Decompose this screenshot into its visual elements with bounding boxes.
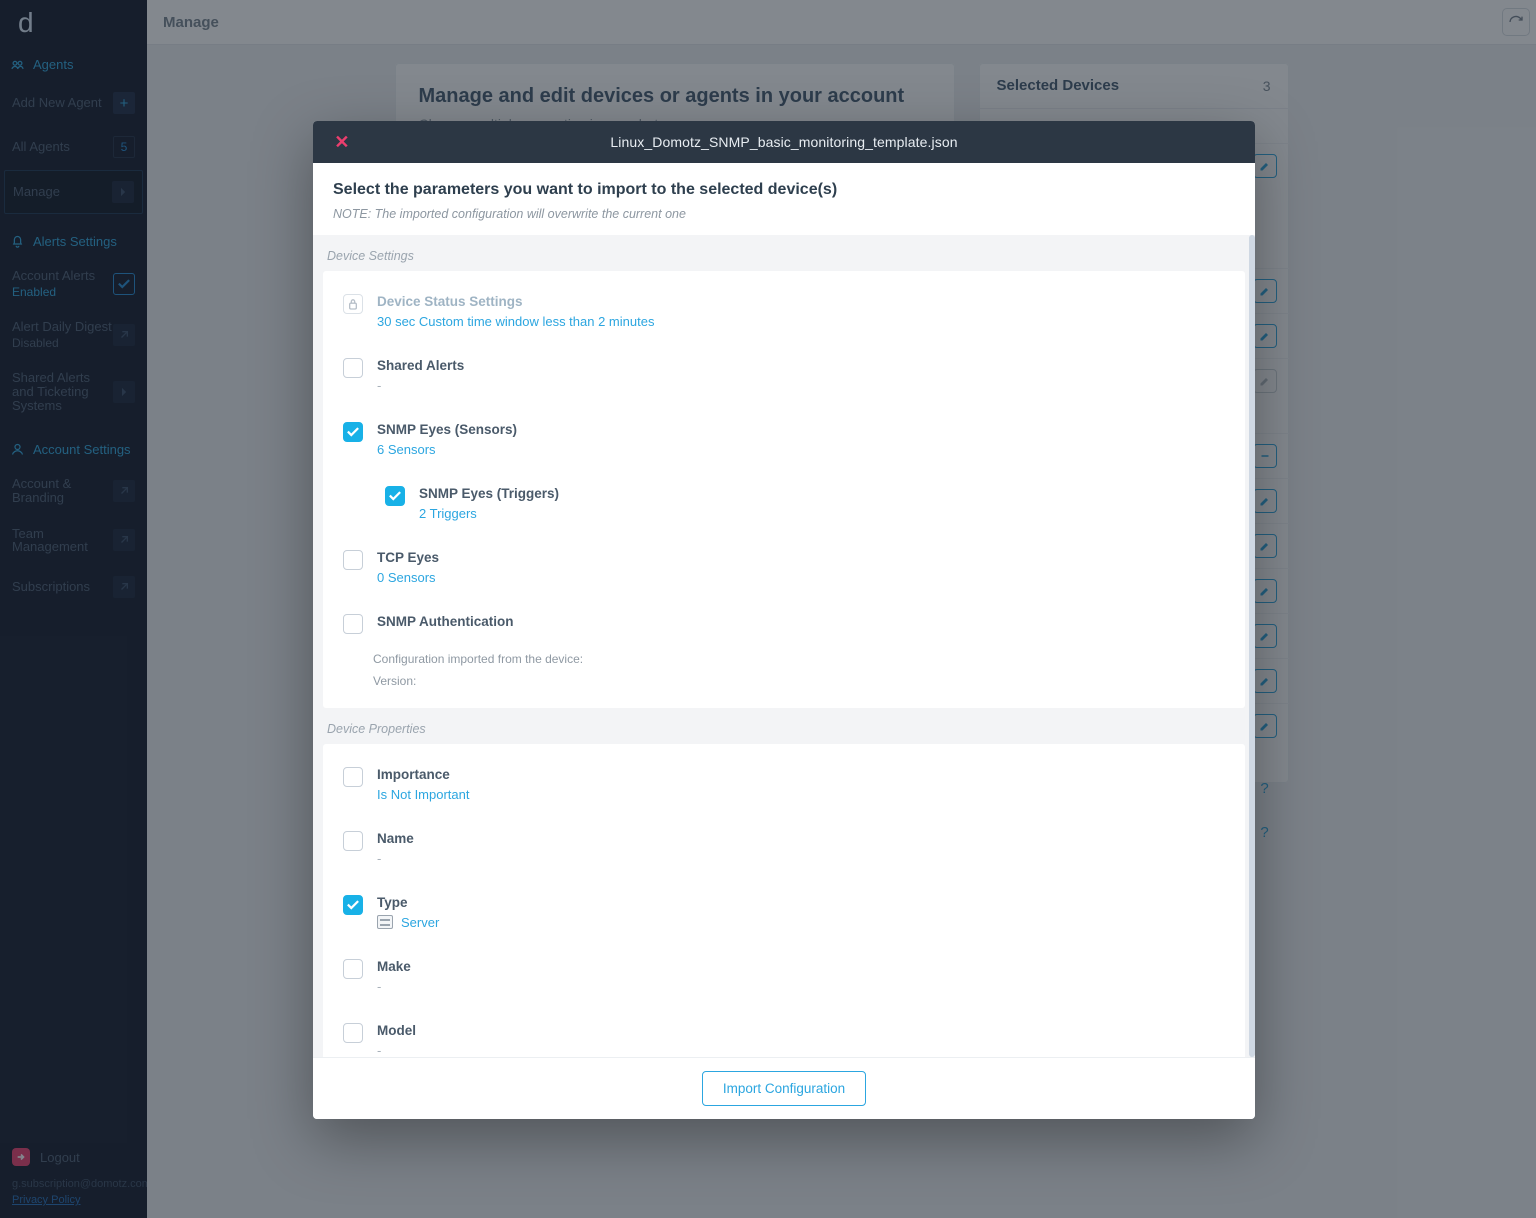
param-value: - [377, 1043, 416, 1057]
close-icon[interactable]: ✕ [327, 121, 357, 163]
import-modal: ✕ Linux_Domotz_SNMP_basic_monitoring_tem… [313, 121, 1255, 1119]
param-title: Name [377, 831, 414, 846]
checkbox[interactable] [343, 550, 363, 570]
modal-subheader: Select the parameters you want to import… [313, 163, 1255, 235]
param-title: Shared Alerts [377, 358, 464, 373]
checkbox[interactable] [343, 831, 363, 851]
param-make[interactable]: Make - [327, 944, 1241, 1008]
checkbox[interactable] [343, 895, 363, 915]
param-value: - [377, 378, 464, 393]
param-value: - [377, 979, 411, 994]
param-detail: Server [377, 915, 439, 930]
param-shared-alerts[interactable]: Shared Alerts - [327, 343, 1241, 407]
scrollbar[interactable] [1249, 235, 1255, 1057]
checkbox[interactable] [343, 959, 363, 979]
checkbox[interactable] [343, 614, 363, 634]
param-name[interactable]: Name - [327, 816, 1241, 880]
param-title: Model [377, 1023, 416, 1038]
group-device-settings: Device Settings [323, 235, 1245, 271]
param-title: TCP Eyes [377, 550, 439, 565]
param-snmp-eyes[interactable]: SNMP Eyes (Sensors) 6 Sensors [327, 407, 1241, 471]
checkbox[interactable] [343, 767, 363, 787]
config-note: Configuration imported from the device: [327, 648, 1241, 670]
modal-header: ✕ Linux_Domotz_SNMP_basic_monitoring_tem… [313, 121, 1255, 163]
checkbox[interactable] [385, 486, 405, 506]
version-note: Version: [327, 670, 1241, 702]
param-title: SNMP Eyes (Triggers) [419, 486, 559, 501]
param-title: Device Status Settings [377, 294, 523, 309]
checkbox[interactable] [343, 422, 363, 442]
modal-body[interactable]: Device Settings Device Status Settings 3… [313, 235, 1255, 1057]
param-model[interactable]: Model - [327, 1008, 1241, 1057]
checkbox[interactable] [343, 358, 363, 378]
modal-heading: Select the parameters you want to import… [333, 181, 1235, 199]
lock-icon [343, 294, 363, 314]
modal-title: Linux_Domotz_SNMP_basic_monitoring_templ… [610, 134, 957, 150]
param-title: Make [377, 959, 411, 974]
param-type[interactable]: Type Server [327, 880, 1241, 944]
param-title: SNMP Authentication [377, 614, 514, 629]
group-device-properties: Device Properties [323, 708, 1245, 744]
param-snmp-triggers[interactable]: SNMP Eyes (Triggers) 2 Triggers [327, 471, 1241, 535]
modal-note: NOTE: The imported configuration will ov… [333, 207, 1235, 221]
param-snmp-auth[interactable]: SNMP Authentication [327, 599, 1241, 648]
param-title: SNMP Eyes (Sensors) [377, 422, 517, 437]
param-detail: Is Not Important [377, 787, 469, 802]
param-value: - [377, 851, 414, 866]
param-title: Importance [377, 767, 450, 782]
param-detail: 30 sec Custom time window less than 2 mi… [377, 314, 654, 329]
import-configuration-button[interactable]: Import Configuration [702, 1071, 866, 1106]
param-tcp-eyes[interactable]: TCP Eyes 0 Sensors [327, 535, 1241, 599]
param-detail: 2 Triggers [419, 506, 559, 521]
param-title: Type [377, 895, 408, 910]
param-device-status: Device Status Settings 30 sec Custom tim… [327, 279, 1241, 343]
param-detail: 0 Sensors [377, 570, 439, 585]
server-icon [377, 915, 393, 929]
modal-footer: Import Configuration [313, 1057, 1255, 1119]
param-detail: 6 Sensors [377, 442, 517, 457]
checkbox[interactable] [343, 1023, 363, 1043]
param-importance[interactable]: Importance Is Not Important [327, 752, 1241, 816]
